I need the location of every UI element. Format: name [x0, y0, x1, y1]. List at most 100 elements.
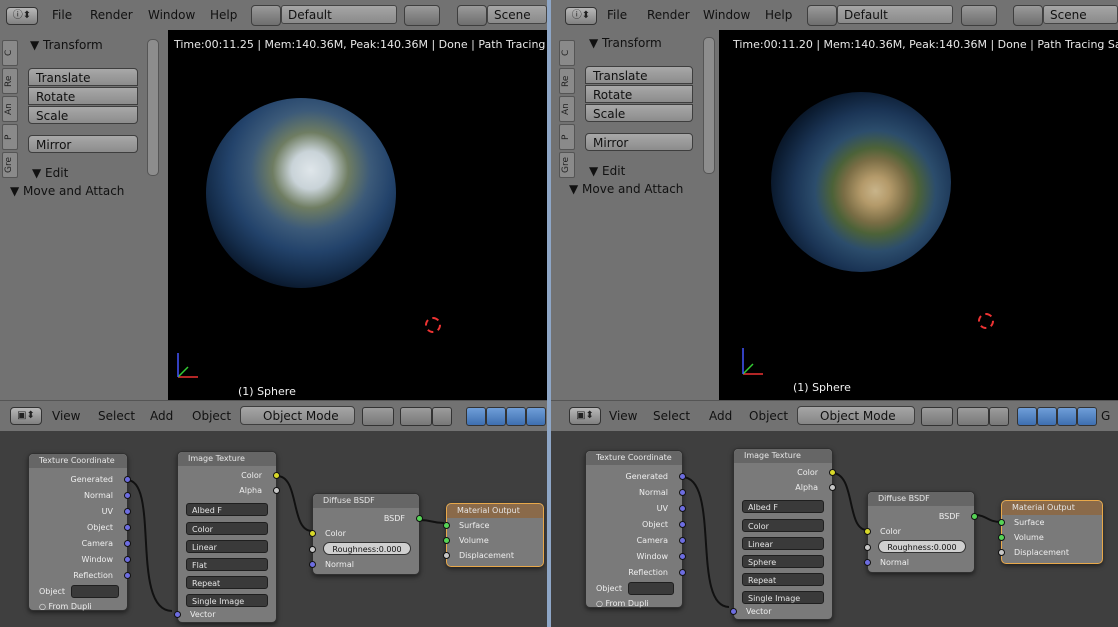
menu-select[interactable]: Select — [98, 409, 135, 423]
texture-coordinate-node[interactable]: Texture Coordinate Generated Normal UV O… — [28, 453, 131, 611]
menu-add[interactable]: Add — [709, 409, 732, 423]
socket-camera[interactable] — [679, 537, 686, 544]
fake-user-flag[interactable]: F — [773, 503, 778, 512]
node-editor[interactable]: Texture Coordinate Generated Normal UV O… — [551, 431, 1118, 627]
manipulator-toggle-icon[interactable] — [466, 407, 486, 426]
scale-manipulator-icon[interactable] — [526, 407, 546, 426]
scale-button[interactable]: Scale — [585, 104, 693, 122]
socket-alpha-out[interactable] — [829, 484, 836, 491]
socket-surface-in[interactable] — [443, 522, 450, 529]
rotate-manipulator-icon[interactable] — [1057, 407, 1077, 426]
fake-user-flag[interactable]: F — [217, 506, 222, 515]
move-and-attach-header[interactable]: ▼ Move and Attach — [10, 184, 124, 198]
socket-normal-in[interactable] — [309, 561, 316, 568]
rotate-button[interactable]: Rotate — [585, 85, 693, 103]
diffuse-bsdf-node[interactable]: Diffuse BSDF BSDF Color Roughness:0.000 … — [864, 491, 978, 573]
object-mode-dropdown[interactable]: Object Mode — [240, 406, 355, 425]
menu-object[interactable]: Object — [192, 409, 231, 423]
interpolation-dropdown[interactable]: Linear — [742, 537, 824, 550]
socket-reflection[interactable] — [679, 569, 686, 576]
3d-cursor[interactable] — [425, 317, 441, 333]
socket-generated[interactable] — [124, 476, 131, 483]
scale-manipulator-icon[interactable] — [1077, 407, 1097, 426]
socket-alpha-out[interactable] — [273, 487, 280, 494]
tab-create[interactable]: C — [559, 40, 575, 66]
material-output-node[interactable]: Material Output Surface Volume Displacem… — [443, 503, 544, 567]
menu-help[interactable]: Help — [210, 5, 237, 25]
menu-view[interactable]: View — [52, 409, 80, 423]
diffuse-bsdf-node[interactable]: Diffuse BSDF BSDF Color Roughness:0.000 … — [309, 493, 423, 575]
socket-vector-in[interactable] — [174, 611, 181, 618]
tab-animation[interactable]: An — [2, 96, 18, 122]
tab-physics[interactable]: P — [2, 124, 18, 150]
node-editor[interactable]: Texture Coordinate Generated Normal UV O… — [0, 431, 547, 627]
viewport-shading-dropdown[interactable] — [921, 407, 953, 426]
tab-grease-pencil[interactable]: Gre — [2, 152, 18, 178]
socket-uv[interactable] — [679, 505, 686, 512]
tab-relations[interactable]: Re — [2, 68, 18, 94]
socket-object[interactable] — [679, 521, 686, 528]
layout-screen-icon[interactable] — [251, 5, 281, 26]
socket-window[interactable] — [679, 553, 686, 560]
layers-icon[interactable] — [432, 407, 452, 426]
image-datablock-field[interactable]: Albed F — [186, 503, 268, 516]
socket-normal-in[interactable] — [864, 559, 871, 566]
socket-window[interactable] — [124, 556, 131, 563]
pivot-point-dropdown[interactable] — [400, 407, 432, 426]
socket-normal[interactable] — [679, 489, 686, 496]
source-dropdown[interactable]: Single Image — [742, 591, 824, 604]
scale-button[interactable]: Scale — [28, 106, 138, 124]
tab-physics[interactable]: P — [559, 124, 575, 150]
3d-view-editor-type-icon[interactable]: ▣⬍ — [569, 407, 601, 425]
menu-select[interactable]: Select — [653, 409, 690, 423]
menu-render[interactable]: Render — [90, 5, 133, 25]
tool-shelf-scrollbar[interactable] — [703, 37, 715, 174]
menu-view[interactable]: View — [609, 409, 637, 423]
viewport-shading-dropdown[interactable] — [362, 407, 394, 426]
object-mode-dropdown[interactable]: Object Mode — [797, 406, 915, 425]
socket-color-out[interactable] — [273, 472, 280, 479]
roughness-field[interactable]: Roughness:0.000 — [878, 540, 966, 553]
socket-camera[interactable] — [124, 540, 131, 547]
menu-add[interactable]: Add — [150, 409, 173, 423]
socket-object[interactable] — [124, 524, 131, 531]
socket-reflection[interactable] — [124, 572, 131, 579]
menu-render[interactable]: Render — [647, 5, 690, 25]
scene-name-field[interactable]: Scene — [487, 5, 547, 24]
scene-icon[interactable] — [1013, 5, 1043, 26]
socket-uv[interactable] — [124, 508, 131, 515]
pivot-point-dropdown[interactable] — [957, 407, 989, 426]
object-picker-field[interactable] — [71, 585, 119, 598]
socket-displacement-in[interactable] — [998, 549, 1005, 556]
translate-manipulator-icon[interactable] — [1037, 407, 1057, 426]
socket-roughness-in[interactable] — [309, 546, 316, 553]
layout-screen-icon[interactable] — [807, 5, 837, 26]
tab-grease-pencil[interactable]: Gre — [559, 152, 575, 178]
tab-relations[interactable]: Re — [559, 68, 575, 94]
rotate-button[interactable]: Rotate — [28, 87, 138, 105]
socket-roughness-in[interactable] — [864, 544, 871, 551]
info-editor-type-icon[interactable]: ⓘ⬍ — [6, 7, 38, 25]
image-texture-node[interactable]: Image Texture Color Alpha Albed F Color … — [730, 448, 836, 620]
3d-viewport[interactable]: Time:00:11.25 | Mem:140.36M, Peak:140.36… — [168, 30, 547, 400]
transform-panel-header[interactable]: ▼ Transform — [30, 38, 103, 52]
from-dupli-checkbox[interactable]: ○ From Dupli — [596, 599, 649, 608]
translate-button[interactable]: Translate — [28, 68, 138, 86]
roughness-field[interactable]: Roughness:0.000 — [323, 542, 411, 555]
projection-dropdown[interactable]: Flat — [186, 558, 268, 571]
color-space-dropdown[interactable]: Color — [742, 519, 824, 532]
object-picker-field[interactable] — [628, 582, 674, 595]
layout-name-field[interactable]: Default — [837, 5, 953, 24]
image-datablock-field[interactable]: Albed F — [742, 500, 824, 513]
tab-animation[interactable]: An — [559, 96, 575, 122]
socket-generated[interactable] — [679, 473, 686, 480]
add-remove-layout-icon[interactable] — [404, 5, 440, 26]
layout-name-field[interactable]: Default — [281, 5, 397, 24]
edit-panel-header[interactable]: ▼ Edit — [32, 166, 68, 180]
add-remove-layout-icon[interactable] — [961, 5, 997, 26]
extension-dropdown[interactable]: Repeat — [742, 573, 824, 586]
socket-bsdf-out[interactable] — [416, 515, 423, 522]
socket-volume-in[interactable] — [998, 534, 1005, 541]
info-editor-type-icon[interactable]: ⓘ⬍ — [565, 7, 597, 25]
socket-bsdf-out[interactable] — [971, 513, 978, 520]
